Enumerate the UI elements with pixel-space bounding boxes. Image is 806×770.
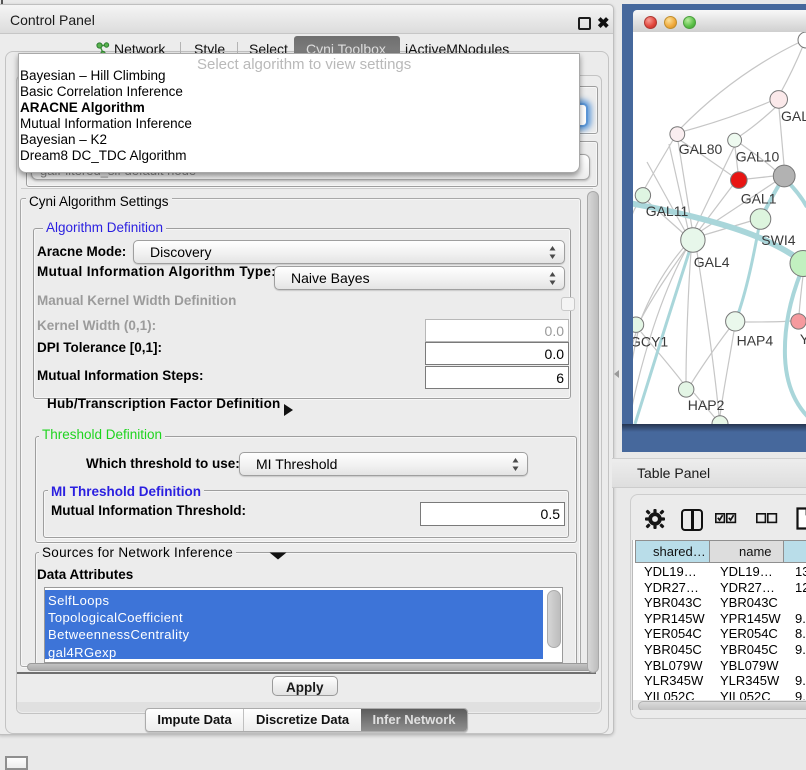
svg-text:GAL7: GAL7: [781, 108, 806, 124]
svg-text:GAL1: GAL1: [741, 191, 777, 207]
svg-text:HAP4: HAP4: [737, 332, 774, 348]
svg-text:SWI4: SWI4: [761, 232, 795, 248]
svg-text:GAL11: GAL11: [646, 203, 689, 219]
svg-text:Y: Y: [800, 331, 806, 347]
svg-text:GAL10: GAL10: [736, 149, 780, 165]
svg-text:HAP2: HAP2: [688, 397, 725, 413]
svg-text:GCY1: GCY1: [633, 334, 668, 350]
svg-text:GAL4: GAL4: [694, 254, 730, 270]
svg-text:GAL80: GAL80: [679, 141, 723, 157]
